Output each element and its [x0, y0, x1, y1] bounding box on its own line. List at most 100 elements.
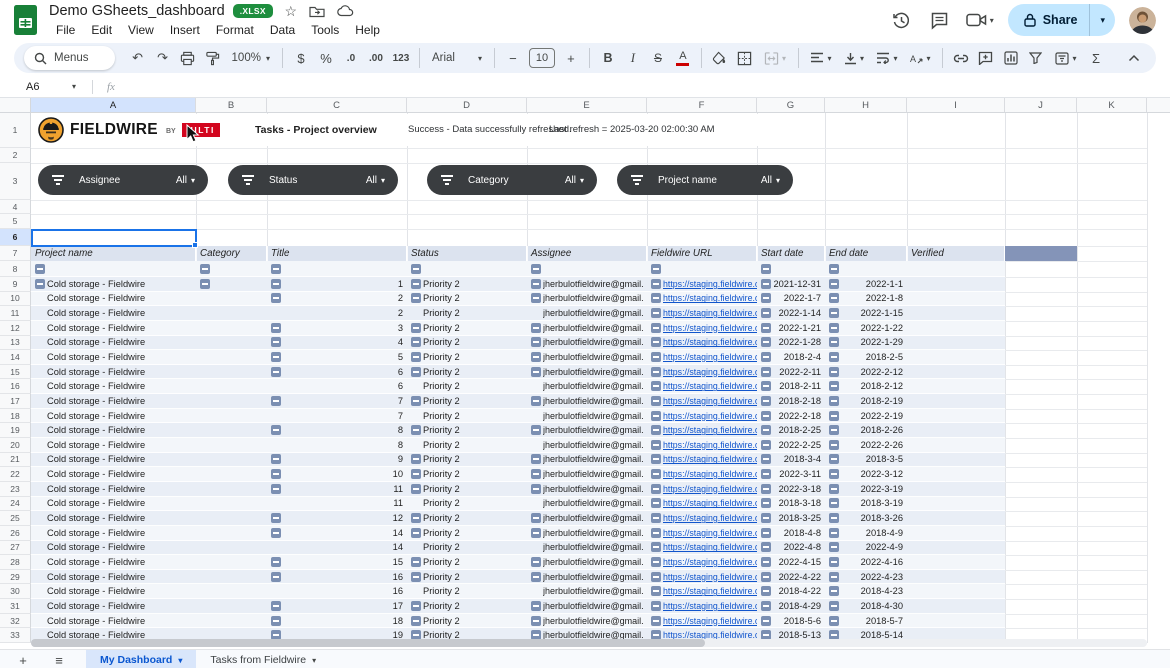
more-formats-button[interactable]: 123: [389, 46, 413, 70]
row-header-21[interactable]: 21: [0, 453, 31, 468]
table-header-assignee[interactable]: Assignee: [527, 246, 647, 261]
column-header-B[interactable]: B: [196, 98, 267, 113]
cell-start-date[interactable]: 2022-2-25: [757, 438, 821, 452]
cell-status[interactable]: Priority 2: [423, 365, 523, 379]
row-header-9[interactable]: 9: [0, 277, 31, 292]
cell-start-date[interactable]: 2018-2-18: [757, 394, 821, 408]
filter-views-button[interactable]: ▾: [1049, 46, 1083, 70]
cell-end-date[interactable]: 2018-3-5: [825, 453, 903, 467]
paint-format-button[interactable]: [201, 46, 225, 70]
cell-chip-button[interactable]: [411, 572, 421, 582]
text-color-button[interactable]: A: [671, 46, 695, 70]
cell-assignee[interactable]: jherbulotfieldwire@gmail.: [543, 423, 647, 437]
cell-project-name[interactable]: Cold storage - Fieldwire: [47, 467, 195, 481]
cell-fieldwire-url[interactable]: https://staging.fieldwire.c: [663, 555, 757, 569]
cell-chip-button[interactable]: [411, 469, 421, 479]
row-header-32[interactable]: 32: [0, 614, 31, 629]
cell-status[interactable]: Priority 2: [423, 423, 523, 437]
fill-handle[interactable]: [192, 242, 198, 248]
row-header-30[interactable]: 30: [0, 584, 31, 599]
cell-start-date[interactable]: 2022-4-22: [757, 570, 821, 584]
table-header-fieldwire-url[interactable]: Fieldwire URL: [647, 246, 757, 261]
cell-assignee[interactable]: jherbulotfieldwire@gmail.: [543, 321, 647, 335]
cell-chip-button[interactable]: [531, 352, 541, 362]
cell-fieldwire-url[interactable]: https://staging.fieldwire.c: [663, 379, 757, 393]
cell-assignee[interactable]: jherbulotfieldwire@gmail.: [543, 599, 647, 613]
cell-title[interactable]: 16: [267, 570, 403, 584]
cell-chip-button[interactable]: [651, 323, 661, 333]
cell-status[interactable]: Priority 2: [423, 350, 523, 364]
cell-project-name[interactable]: Cold storage - Fieldwire: [47, 614, 195, 628]
version-history-icon[interactable]: [890, 8, 914, 32]
undo-button[interactable]: ↶: [126, 46, 150, 70]
cell-chip-button[interactable]: [411, 264, 421, 274]
table-row[interactable]: Cold storage - Fieldwire7Priority 2jherb…: [31, 394, 1005, 409]
filter-chip-assignee[interactable]: AssigneeAll▾: [38, 165, 208, 195]
cell-start-date[interactable]: 2022-1-14: [757, 306, 821, 320]
cell-chip-button[interactable]: [411, 601, 421, 611]
table-row[interactable]: Cold storage - Fieldwire5Priority 2jherb…: [31, 350, 1005, 365]
row-header-29[interactable]: 29: [0, 570, 31, 585]
cell-title[interactable]: 2: [267, 292, 403, 306]
cell-end-date[interactable]: 2022-2-19: [825, 409, 903, 423]
cell-end-date[interactable]: 2022-2-26: [825, 438, 903, 452]
cell-chip-button[interactable]: [411, 337, 421, 347]
row-header-5[interactable]: 5: [0, 214, 31, 229]
cell-title[interactable]: 9: [267, 453, 403, 467]
cell-status[interactable]: Priority 2: [423, 497, 523, 511]
cell-status[interactable]: Priority 2: [423, 292, 523, 306]
cell-end-date[interactable]: 2018-4-23: [825, 584, 903, 598]
cell-fieldwire-url[interactable]: https://staging.fieldwire.c: [663, 336, 757, 350]
cell-project-name[interactable]: Cold storage - Fieldwire: [47, 584, 195, 598]
row-header-18[interactable]: 18: [0, 409, 31, 424]
cell-assignee[interactable]: jherbulotfieldwire@gmail.: [543, 614, 647, 628]
cell-project-name[interactable]: Cold storage - Fieldwire: [47, 599, 195, 613]
cell-fieldwire-url[interactable]: https://staging.fieldwire.c: [663, 482, 757, 496]
cell-chip-button[interactable]: [411, 279, 421, 289]
cell-chip-button[interactable]: [651, 586, 661, 596]
row-header-33[interactable]: 33: [0, 628, 31, 643]
cell-title[interactable]: 14: [267, 526, 403, 540]
table-row[interactable]: Cold storage - Fieldwire9Priority 2jherb…: [31, 453, 1005, 468]
cell-chip-button[interactable]: [651, 367, 661, 377]
cell-title[interactable]: 7: [267, 409, 403, 423]
menus-search[interactable]: Menus: [24, 46, 115, 70]
cell-end-date[interactable]: 2018-2-19: [825, 394, 903, 408]
cell-chip-button[interactable]: [35, 279, 45, 289]
row-header-26[interactable]: 26: [0, 526, 31, 541]
cell-chip-button[interactable]: [531, 425, 541, 435]
cell-fieldwire-url[interactable]: https://staging.fieldwire.c: [663, 467, 757, 481]
share-dropdown[interactable]: ▾: [1090, 15, 1115, 26]
table-row[interactable]: Cold storage - Fieldwire3Priority 2jherb…: [31, 321, 1005, 336]
cell-status[interactable]: Priority 2: [423, 584, 523, 598]
cell-start-date[interactable]: 2022-4-8: [757, 541, 821, 555]
font-size-input[interactable]: 10: [529, 48, 555, 68]
row-header-13[interactable]: 13: [0, 336, 31, 351]
menu-item-view[interactable]: View: [121, 22, 161, 38]
cell-chip-button[interactable]: [651, 352, 661, 362]
cell-start-date[interactable]: 2022-1-7: [757, 292, 821, 306]
cell-start-date[interactable]: 2022-4-15: [757, 555, 821, 569]
table-row[interactable]: Cold storage - Fieldwire4Priority 2jherb…: [31, 336, 1005, 351]
cell-start-date[interactable]: 2022-2-18: [757, 409, 821, 423]
cell-fieldwire-url[interactable]: https://staging.fieldwire.c: [663, 438, 757, 452]
cell-chip-button[interactable]: [411, 557, 421, 567]
table-row[interactable]: Cold storage - Fieldwire16Priority 2jher…: [31, 584, 1005, 599]
cell-title[interactable]: 17: [267, 599, 403, 613]
cell-chip-button[interactable]: [411, 367, 421, 377]
cell-chip-button[interactable]: [651, 279, 661, 289]
cell-assignee[interactable]: jherbulotfieldwire@gmail.: [543, 365, 647, 379]
italic-button[interactable]: I: [621, 46, 645, 70]
cell-chip-button[interactable]: [411, 484, 421, 494]
cell-project-name[interactable]: Cold storage - Fieldwire: [47, 379, 195, 393]
cell-start-date[interactable]: 2018-4-8: [757, 526, 821, 540]
row-header-3[interactable]: 3: [0, 163, 31, 200]
vertical-align-button[interactable]: ▾: [838, 46, 870, 70]
table-row[interactable]: Cold storage - Fieldwire17Priority 2jher…: [31, 599, 1005, 614]
row-header-6[interactable]: 6: [0, 229, 31, 246]
cell-chip-button[interactable]: [411, 323, 421, 333]
cell-project-name[interactable]: Cold storage - Fieldwire: [47, 526, 195, 540]
decrease-decimals-button[interactable]: .0: [339, 46, 363, 70]
cell-fieldwire-url[interactable]: https://staging.fieldwire.c: [663, 453, 757, 467]
row-header-11[interactable]: 11: [0, 306, 31, 321]
